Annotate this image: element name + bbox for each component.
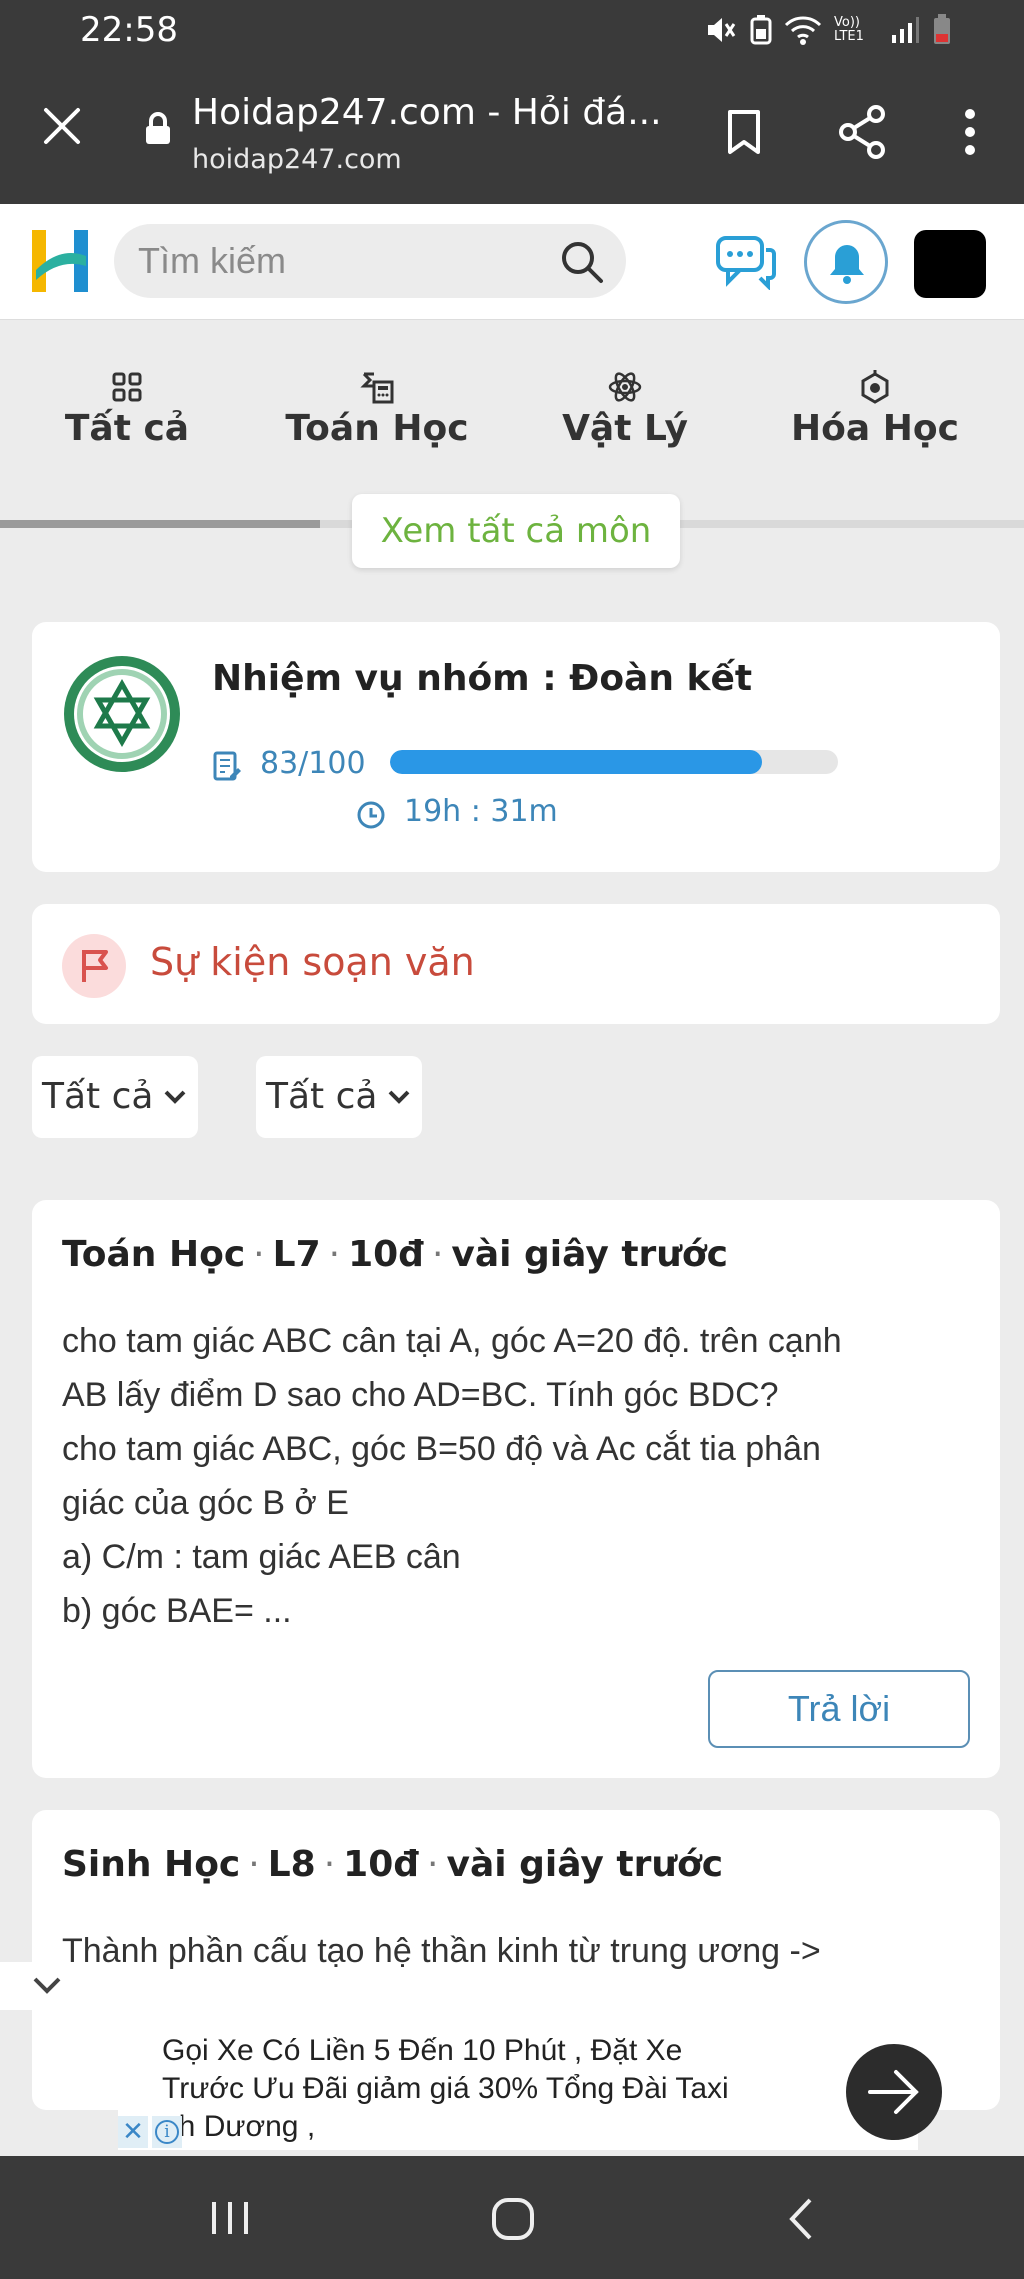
- group-task-title: Nhiệm vụ nhóm : Đoàn kết: [212, 658, 753, 699]
- question-body[interactable]: Thành phần cấu tạo hệ thần kinh từ trung…: [62, 1924, 982, 1978]
- subject-tabs: Tất cả Toán Học Vật Lý Hóa Học: [0, 320, 1024, 520]
- clock-time: 22:58: [80, 10, 178, 50]
- event-card[interactable]: Sự kiện soạn văn: [32, 904, 1000, 1024]
- ad-line: Trước Ưu Đãi giảm giá 30% Tổng Đài Taxi: [162, 2072, 729, 2105]
- chat-icon[interactable]: [714, 234, 778, 290]
- chevron-down-icon: [33, 1977, 61, 1994]
- task-progress-bar: [390, 750, 838, 774]
- more-menu-icon[interactable]: [958, 106, 982, 158]
- see-all-subjects-button[interactable]: Xem tất cả môn: [352, 494, 680, 568]
- chevron-down-icon: [388, 1090, 410, 1104]
- search-box[interactable]: [114, 224, 626, 298]
- wifi-icon: [784, 16, 822, 45]
- question-line: a) C/m : tam giác AEB cân: [62, 1538, 461, 1576]
- tab-label: Vật Lý: [562, 408, 688, 449]
- chevron-down-icon: [164, 1090, 186, 1104]
- hoidap-logo-icon[interactable]: [30, 226, 90, 296]
- ad-banner[interactable]: Gọi Xe Có Liền 5 Đến 10 Phút , Đặt Xe Tr…: [118, 2028, 942, 2150]
- page-url[interactable]: hoidap247.com: [192, 144, 402, 175]
- ad-close-icon[interactable]: ✕: [118, 2116, 148, 2148]
- task-progress-count: 83/100: [260, 746, 366, 781]
- bell-icon: [830, 245, 864, 284]
- lock-icon: [146, 112, 170, 144]
- mute-icon: [708, 18, 736, 42]
- event-label: Sự kiện soạn văn: [150, 940, 475, 984]
- question-line: cho tam giác ABC, góc B=50 độ và Ac cắt …: [62, 1430, 821, 1468]
- recent-apps-icon[interactable]: [208, 2198, 252, 2238]
- question-points: 10đ: [348, 1234, 424, 1275]
- tab-math[interactable]: Toán Học: [277, 370, 477, 449]
- group-task-card[interactable]: Nhiệm vụ nhóm : Đoàn kết 83/100 19h : 31…: [32, 622, 1000, 872]
- ad-open-button[interactable]: [846, 2044, 942, 2140]
- chemistry-icon: [861, 370, 889, 404]
- ad-collapse-button[interactable]: [0, 1962, 92, 2010]
- calculator-icon: [360, 372, 394, 404]
- status-icons: Vo)) LTE1: [704, 14, 952, 46]
- user-avatar[interactable]: [914, 230, 986, 298]
- filter-subject-select[interactable]: Tất cả: [256, 1056, 422, 1138]
- question-body[interactable]: cho tam giác ABC cân tại A, góc A=20 độ.…: [62, 1314, 982, 1638]
- filter-value: Tất cả: [266, 1076, 378, 1117]
- tab-all-subjects[interactable]: Tất cả: [27, 370, 227, 449]
- flag-icon: [82, 950, 108, 982]
- site-header: [0, 204, 1024, 320]
- question-grade: L8: [267, 1844, 316, 1885]
- task-progress-fill: [390, 750, 762, 774]
- tab-label: Toán Học: [285, 408, 469, 449]
- tab-label: Tất cả: [64, 408, 190, 449]
- battery-saver-icon: [750, 15, 772, 45]
- answer-button[interactable]: Trả lời: [708, 1670, 970, 1748]
- network-label: Vo)) LTE1: [834, 15, 864, 44]
- tab-chemistry[interactable]: Hóa Học: [775, 370, 975, 449]
- clock-icon: [357, 801, 385, 829]
- grid-icon: [112, 372, 142, 402]
- close-tab-icon[interactable]: [40, 104, 84, 148]
- system-nav-bar: [0, 2156, 1024, 2279]
- battery-icon: [934, 14, 950, 44]
- back-icon[interactable]: [784, 2196, 818, 2242]
- home-icon[interactable]: [490, 2196, 536, 2242]
- question-points: 10đ: [343, 1844, 420, 1885]
- browser-toolbar: Hoidap247.com - Hỏi đá... hoidap247.com: [0, 62, 1024, 204]
- question-grade: L7: [272, 1234, 321, 1275]
- question-meta: Toán Học · L7 · 10đ · vài giây trước: [62, 1234, 728, 1275]
- ad-line: nh Dương ,: [162, 2110, 316, 2143]
- filter-grade-select[interactable]: Tất cả: [32, 1056, 198, 1138]
- question-line: b) góc BAE= ...: [62, 1592, 292, 1630]
- star-of-david-badge-icon: [64, 656, 180, 772]
- question-subject[interactable]: Toán Học: [62, 1234, 245, 1275]
- question-meta: Sinh Học · L8 · 10đ · vài giây trước: [62, 1844, 724, 1885]
- flag-badge: [62, 934, 126, 998]
- question-time: vài giây trước: [451, 1234, 728, 1275]
- ad-text: Gọi Xe Có Liền 5 Đến 10 Phút , Đặt Xe Tr…: [162, 2032, 802, 2146]
- question-time: vài giây trước: [446, 1844, 724, 1885]
- question-line: cho tam giác ABC cân tại A, góc A=20 độ.…: [62, 1322, 842, 1360]
- arrow-right-icon: [868, 2070, 919, 2114]
- question-card[interactable]: Toán Học · L7 · 10đ · vài giây trước cho tam g…: [32, 1200, 1000, 1778]
- atom-icon: [608, 372, 642, 402]
- tab-label: Hóa Học: [791, 408, 959, 449]
- ad-line: Gọi Xe Có Liền 5 Đến 10 Phút , Đặt Xe: [162, 2034, 683, 2067]
- share-icon[interactable]: [836, 104, 888, 160]
- notification-button[interactable]: [804, 220, 888, 304]
- task-timer: 19h : 31m: [404, 794, 558, 829]
- question-line: AB lấy điểm D sao cho AD=BC. Tính góc BD…: [62, 1376, 779, 1414]
- bookmark-icon[interactable]: [724, 108, 764, 156]
- document-edit-icon: [213, 751, 241, 781]
- question-line: giác của góc B ở E: [62, 1484, 349, 1522]
- filter-value: Tất cả: [42, 1076, 154, 1117]
- search-input[interactable]: [138, 236, 538, 286]
- page-title[interactable]: Hoidap247.com - Hỏi đá...: [192, 92, 662, 133]
- question-subject[interactable]: Sinh Học: [62, 1844, 240, 1885]
- ad-info-button[interactable]: i: [152, 2116, 182, 2148]
- question-line: Thành phần cấu tạo hệ thần kinh từ trung…: [62, 1932, 821, 1970]
- search-icon[interactable]: [560, 240, 604, 284]
- status-bar: 22:58 Vo)) LTE1: [0, 0, 1024, 62]
- tab-physics[interactable]: Vật Lý: [525, 370, 725, 449]
- info-icon: i: [155, 2120, 179, 2144]
- signal-icon: [892, 17, 919, 43]
